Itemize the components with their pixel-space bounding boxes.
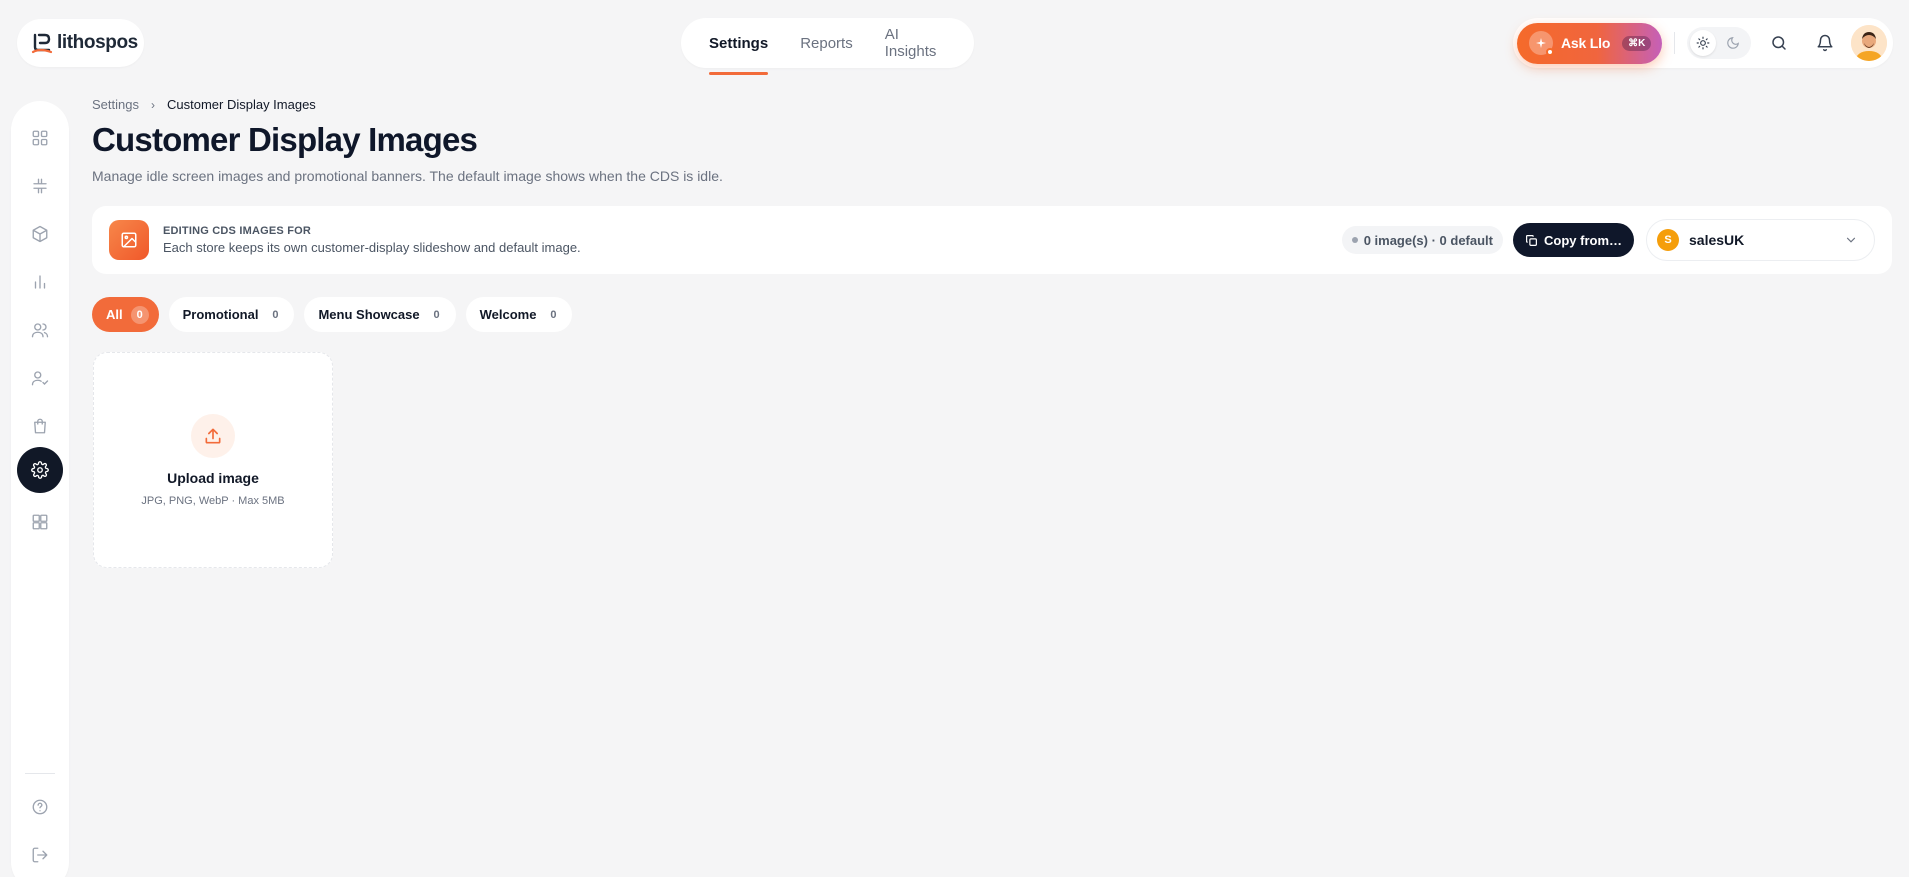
filter-label: Welcome	[479, 307, 537, 322]
ask-llo-button[interactable]: Ask Llo ⌘K	[1517, 22, 1662, 64]
tab-settings[interactable]: Settings	[709, 18, 769, 75]
filter-menu-showcase[interactable]: Menu Showcase 0	[304, 297, 456, 332]
upload-hint: JPG, PNG, WebP · Max 5MB	[141, 494, 285, 507]
bar-chart-icon	[34, 275, 46, 289]
status-dot	[1351, 237, 1358, 243]
brand-name: lithospos	[57, 32, 138, 53]
copy-from-button[interactable]: Copy from…	[1513, 223, 1634, 257]
copy-icon	[1526, 234, 1537, 246]
tab-ai-insights[interactable]: AI Insights	[885, 18, 946, 68]
chevron-right-icon: ›	[150, 97, 155, 112]
store-bar-kicker: EDITING CDS IMAGES FOR	[163, 225, 312, 237]
filter-welcome[interactable]: Welcome 0	[465, 297, 573, 332]
theme-toggle[interactable]	[1687, 27, 1751, 59]
sidebar-item-hash[interactable]	[17, 163, 63, 209]
upload-image-dropzone[interactable]: Upload image JPG, PNG, WebP · Max 5MB	[93, 352, 333, 568]
filter-label: Menu Showcase	[318, 307, 420, 322]
store-avatar: S	[1657, 229, 1679, 251]
top-nav: Settings Reports AI Insights	[681, 18, 974, 75]
copy-from-label: Copy from…	[1544, 232, 1622, 248]
sidebar-item-dashboard[interactable]	[17, 115, 63, 161]
store-name: salesUK	[1689, 232, 1745, 248]
sun-icon[interactable]	[1690, 30, 1716, 56]
sidebar-item-settings[interactable]	[17, 447, 63, 493]
upload-title: Upload image	[167, 469, 259, 486]
breadcrumb-settings-link[interactable]: Settings	[92, 97, 139, 112]
user-check-icon	[31, 371, 49, 386]
header-actions: Ask Llo ⌘K	[1513, 18, 1893, 68]
filter-label: Promotional	[182, 307, 259, 322]
shopping-bag-icon	[34, 418, 46, 434]
filter-label: All	[106, 307, 123, 322]
image-icon	[109, 220, 149, 260]
hash-icon	[33, 178, 47, 194]
store-select[interactable]: S salesUK	[1646, 219, 1875, 261]
gear-icon	[31, 461, 49, 479]
box-icon	[32, 225, 48, 243]
filter-count: 0	[130, 305, 149, 324]
sparkle-icon	[1529, 31, 1554, 56]
image-count-badge: 0 image(s) · 0 default	[1341, 226, 1503, 254]
apps-grid-icon	[32, 514, 48, 530]
divider	[1674, 32, 1675, 54]
store-bar-description: Each store keeps its own customer-displa…	[163, 240, 581, 255]
logo[interactable]: lithospos	[17, 19, 144, 67]
sidebar-item-staff[interactable]	[17, 355, 63, 401]
breadcrumb-current: Customer Display Images	[166, 97, 316, 112]
page-subtitle: Manage idle screen images and promotiona…	[92, 168, 723, 184]
bell-icon[interactable]	[1807, 25, 1843, 61]
shortcut-badge: ⌘K	[1622, 35, 1652, 51]
lithospos-logo-icon	[31, 33, 53, 54]
store-context-bar: EDITING CDS IMAGES FOR Each store keeps …	[92, 206, 1892, 274]
sidebar-item-apps[interactable]	[17, 499, 63, 545]
sidebar-item-orders[interactable]	[17, 403, 63, 449]
chevron-down-icon	[1846, 237, 1856, 243]
filter-count: 0	[550, 308, 557, 321]
image-count-text: 0 image(s) · 0 default	[1363, 232, 1493, 248]
sidebar	[11, 101, 69, 877]
logout-icon	[32, 847, 48, 863]
sidebar-divider	[25, 773, 55, 774]
users-icon	[31, 323, 49, 338]
filter-count: 0	[272, 308, 279, 321]
dashboard-grid-icon	[32, 130, 48, 146]
ask-llo-label: Ask Llo	[1561, 35, 1611, 51]
upload-icon	[191, 413, 235, 458]
avatar[interactable]	[1851, 25, 1887, 61]
sidebar-item-reports[interactable]	[17, 259, 63, 305]
sidebar-item-products[interactable]	[17, 211, 63, 257]
category-filters: All 0 Promotional 0 Menu Showcase 0 Welc…	[92, 297, 573, 332]
help-circle-icon	[32, 799, 48, 815]
sidebar-item-customers[interactable]	[17, 307, 63, 353]
page-title: Customer Display Images	[92, 121, 478, 158]
sidebar-item-help[interactable]	[17, 784, 63, 830]
tab-reports[interactable]: Reports	[800, 18, 853, 68]
breadcrumb: Settings › Customer Display Images	[92, 97, 316, 112]
filter-all[interactable]: All 0	[92, 297, 159, 332]
filter-count: 0	[433, 308, 440, 321]
search-icon[interactable]	[1761, 25, 1797, 61]
sidebar-item-logout[interactable]	[17, 832, 63, 877]
filter-promotional[interactable]: Promotional 0	[168, 297, 295, 332]
moon-icon[interactable]	[1720, 30, 1746, 56]
